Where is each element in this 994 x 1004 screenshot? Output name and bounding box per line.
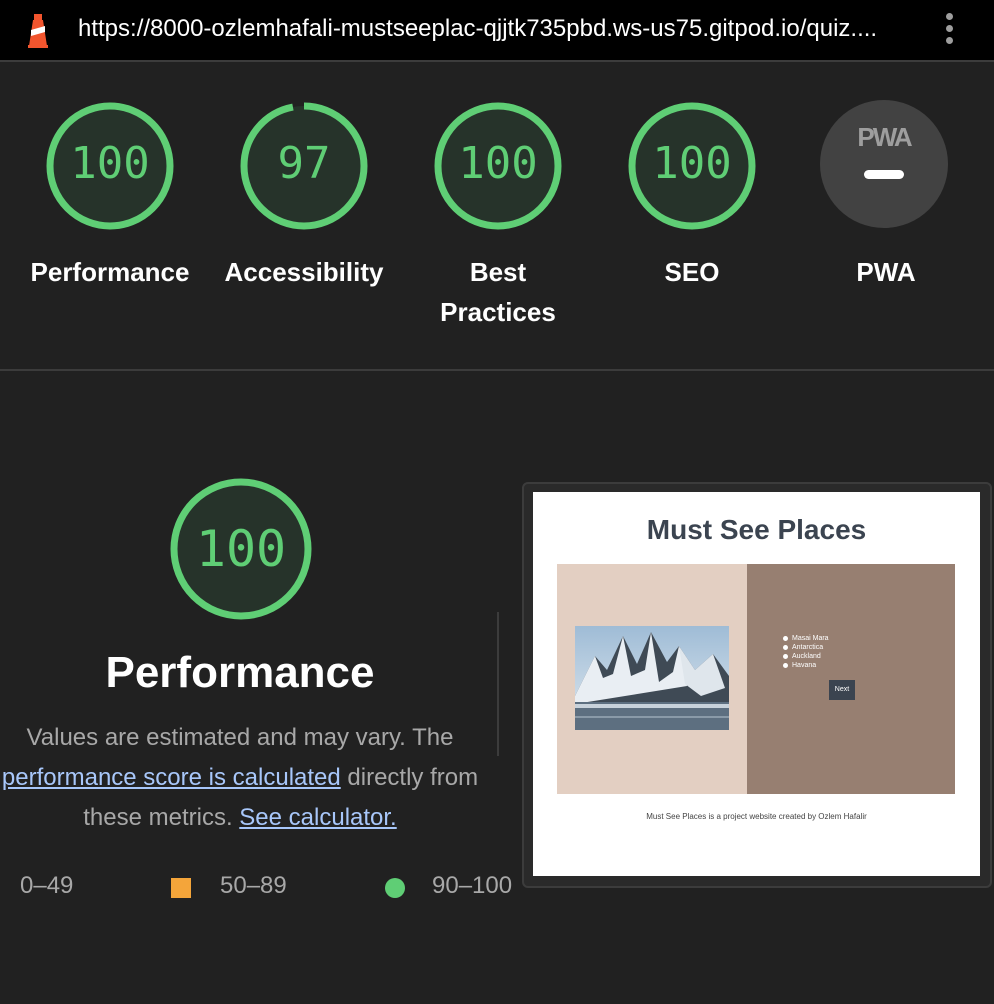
legend-pass-range: 90–100	[432, 872, 513, 899]
list-item[interactable]: Havana	[783, 661, 829, 670]
final-screenshot[interactable]: Must See Places Masai Mara Antarctica Au…	[533, 492, 980, 876]
performance-score: 100	[195, 520, 287, 578]
gauge-seo[interactable]: 100 SEO	[602, 100, 782, 292]
screenshot-quiz-panel: Masai Mara Antarctica Auckland Havana Ne…	[747, 564, 955, 794]
lighthouse-icon	[28, 14, 48, 48]
gauge-accessibility[interactable]: 97 Accessibility	[214, 100, 394, 292]
vertical-divider	[497, 612, 499, 756]
places-list: Masai Mara Antarctica Auckland Havana	[783, 634, 829, 670]
list-item[interactable]: Auckland	[783, 652, 829, 661]
gauge-best-practices[interactable]: 100 Best Practices	[408, 100, 588, 332]
pwa-badge: PWA	[820, 100, 948, 228]
average-square-icon	[171, 878, 191, 898]
gauge-score: 100	[652, 138, 732, 189]
more-menu-icon[interactable]	[936, 10, 962, 50]
gauge-label: PWA	[856, 257, 916, 287]
screenshot-title: Must See Places	[646, 514, 867, 545]
address-bar: https://8000-ozlemhafali-mustseeplac-qjj…	[0, 0, 994, 62]
pwa-dash-icon	[864, 170, 904, 179]
performance-score-gauge: 100	[168, 476, 314, 622]
gauge-label: Best Practices	[440, 257, 556, 327]
gauge-score: 100	[458, 138, 538, 189]
url-text[interactable]: https://8000-ozlemhafali-mustseeplac-qjj…	[78, 15, 908, 43]
pwa-badge-text: PWA	[857, 122, 912, 152]
antarctica-photo	[575, 626, 729, 730]
performance-title: Performance	[105, 648, 375, 697]
gauge-pwa[interactable]: PWA PWA	[796, 100, 976, 292]
gauge-label: SEO	[664, 257, 720, 287]
see-calculator-link[interactable]: See calculator.	[239, 804, 396, 831]
gauge-label: Accessibility	[224, 257, 384, 287]
list-item[interactable]: Masai Mara	[783, 634, 829, 643]
screenshot-image-panel	[557, 564, 747, 794]
gauge-label: Performance	[30, 257, 190, 287]
legend-average-range: 50–89	[220, 872, 287, 899]
gauge-score: 97	[277, 138, 331, 189]
screenshot-footer: Must See Places is a project website cre…	[646, 812, 867, 821]
score-calculated-link[interactable]: performance score is calculated	[2, 764, 341, 791]
desc-text: Values are estimated and may vary. The	[26, 724, 454, 751]
section-divider	[0, 369, 994, 371]
gauge-score: 100	[70, 138, 150, 189]
list-item[interactable]: Antarctica	[783, 643, 829, 652]
legend-fail-range: 0–49	[20, 872, 74, 899]
next-button[interactable]: Next	[829, 680, 855, 700]
pass-circle-icon	[385, 878, 405, 898]
gauge-performance[interactable]: 100 Performance	[20, 100, 200, 292]
performance-description: Values are estimated and may vary. The p…	[0, 718, 500, 838]
